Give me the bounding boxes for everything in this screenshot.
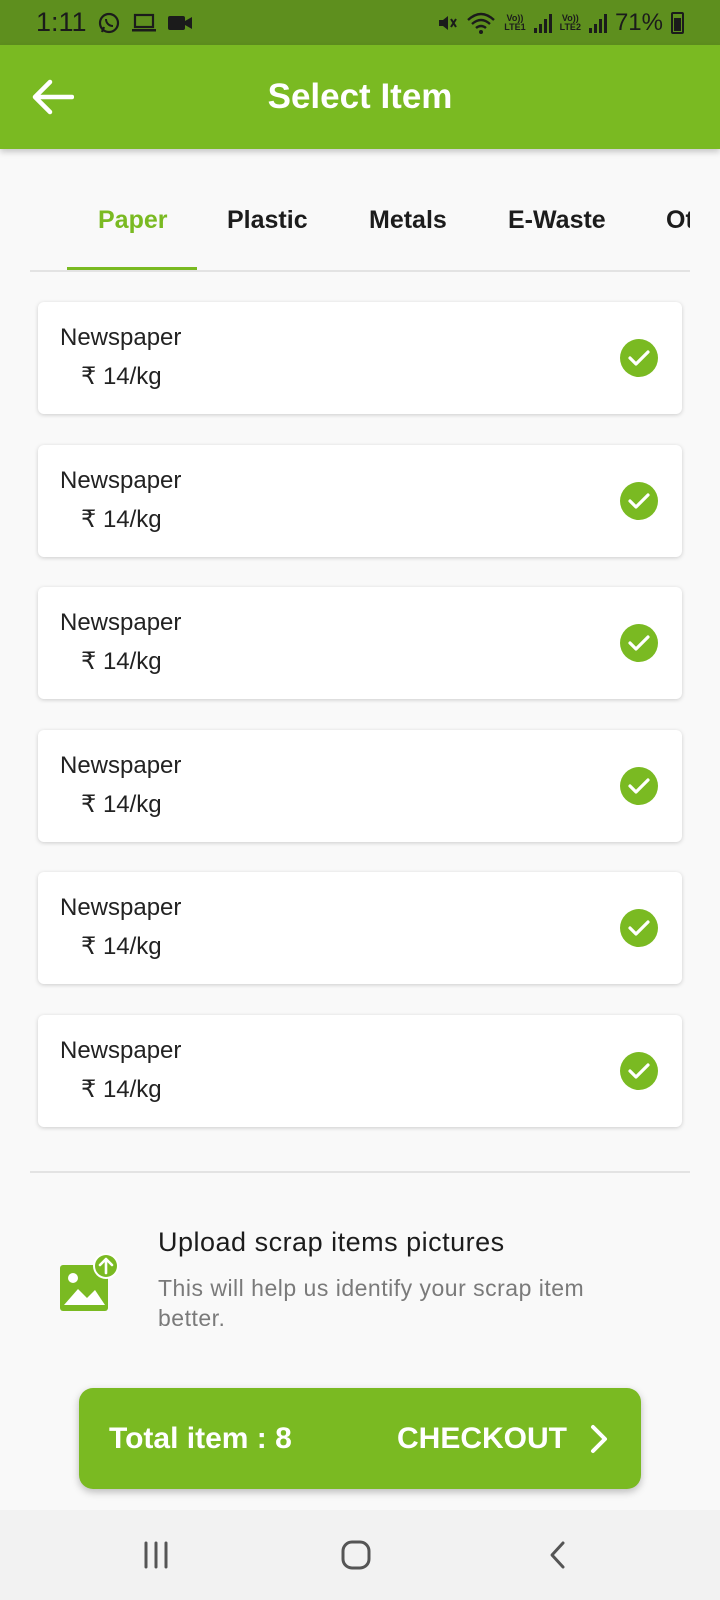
status-time: 1:11 xyxy=(36,7,87,37)
divider xyxy=(30,1171,690,1173)
item-name: Newspaper xyxy=(60,609,182,636)
checkout-label: CHECKOUT xyxy=(397,1421,567,1455)
whatsapp-icon xyxy=(97,11,121,35)
network-2-label: Vo)) LTE2 xyxy=(559,12,581,32)
recent-apps-button[interactable] xyxy=(136,1537,176,1573)
home-icon xyxy=(341,1540,371,1570)
app-bar: Select Item xyxy=(0,45,720,149)
system-nav-bar xyxy=(0,1510,720,1600)
list-item[interactable]: Newspaper ₹ 14/kg xyxy=(38,587,682,699)
item-price: ₹ 14/kg xyxy=(81,506,162,533)
list-item[interactable]: Newspaper ₹ 14/kg xyxy=(38,302,682,414)
item-name: Newspaper xyxy=(60,467,182,494)
battery-icon xyxy=(671,11,684,34)
total-items: Total item : 8 xyxy=(109,1421,292,1455)
image-upload-icon xyxy=(60,1253,120,1313)
tab-e-waste[interactable]: E-Waste xyxy=(508,206,606,235)
page-title: Select Item xyxy=(267,77,453,116)
mute-icon xyxy=(436,12,458,34)
check-circle-icon[interactable] xyxy=(620,482,658,520)
check-circle-icon[interactable] xyxy=(620,624,658,662)
chevron-left-icon xyxy=(550,1541,565,1569)
list-item[interactable]: Newspaper ₹ 14/kg xyxy=(38,445,682,557)
signal-2-icon xyxy=(588,13,607,33)
upload-title: Upload scrap items pictures xyxy=(158,1227,505,1257)
tab-indicator xyxy=(67,267,197,270)
recents-icon xyxy=(144,1541,168,1569)
battery-percent: 71% xyxy=(614,8,663,36)
item-price: ₹ 14/kg xyxy=(81,1076,162,1103)
tab-others[interactable]: Ot xyxy=(666,206,690,235)
home-button[interactable] xyxy=(336,1537,376,1573)
upload-pictures-section[interactable]: Upload scrap items pictures This will he… xyxy=(40,1215,680,1345)
system-back-button[interactable] xyxy=(538,1537,578,1573)
item-price: ₹ 14/kg xyxy=(81,648,162,675)
tab-plastic[interactable]: Plastic xyxy=(227,206,308,235)
network-1-label: Vo)) LTE1 xyxy=(504,12,526,32)
video-call-icon xyxy=(167,13,193,33)
item-name: Newspaper xyxy=(60,324,182,351)
status-bar: 1:11 Vo)) LTE1 Vo)) LTE2 71% xyxy=(0,0,720,45)
item-name: Newspaper xyxy=(60,1037,182,1064)
laptop-icon xyxy=(131,12,157,34)
item-price: ₹ 14/kg xyxy=(81,791,162,818)
item-price: ₹ 14/kg xyxy=(81,933,162,960)
back-button[interactable] xyxy=(26,71,78,123)
arrow-left-icon xyxy=(32,79,74,115)
item-name: Newspaper xyxy=(60,752,182,779)
tab-paper[interactable]: Paper xyxy=(98,206,167,235)
upload-subtitle: This will help us identify your scrap it… xyxy=(158,1275,585,1331)
checkout-button[interactable]: Total item : 8 CHECKOUT xyxy=(79,1388,641,1489)
wifi-icon xyxy=(466,11,496,35)
signal-1-icon xyxy=(533,13,552,33)
item-name: Newspaper xyxy=(60,894,182,921)
check-circle-icon[interactable] xyxy=(620,767,658,805)
check-circle-icon[interactable] xyxy=(620,339,658,377)
check-circle-icon[interactable] xyxy=(620,1052,658,1090)
check-circle-icon[interactable] xyxy=(620,909,658,947)
category-tabs: Paper Plastic Metals E-Waste Ot xyxy=(30,190,690,272)
item-price: ₹ 14/kg xyxy=(81,363,162,390)
list-item[interactable]: Newspaper ₹ 14/kg xyxy=(38,872,682,984)
list-item[interactable]: Newspaper ₹ 14/kg xyxy=(38,1015,682,1127)
list-item[interactable]: Newspaper ₹ 14/kg xyxy=(38,730,682,842)
tab-metals[interactable]: Metals xyxy=(369,206,447,235)
chevron-right-icon xyxy=(589,1423,611,1455)
